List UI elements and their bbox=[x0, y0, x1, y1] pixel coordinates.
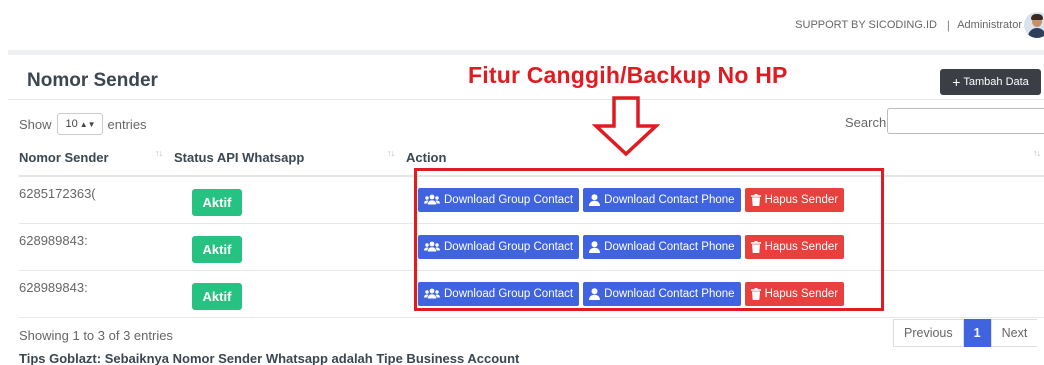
search-input[interactable] bbox=[887, 108, 1044, 134]
avatar[interactable] bbox=[1024, 12, 1044, 38]
table-info: Showing 1 to 3 of 3 entries bbox=[19, 328, 173, 343]
entries-select[interactable]: 10 ▲▼ bbox=[56, 113, 103, 135]
annotation-label: Fitur Canggih/Backup No HP bbox=[468, 62, 788, 88]
page-title: Nomor Sender bbox=[27, 70, 158, 91]
status-cell: Aktif bbox=[174, 176, 406, 224]
navbar-separator: | bbox=[946, 18, 950, 32]
pagination: Previous 1 Next bbox=[893, 319, 1038, 347]
entries-label: entries bbox=[107, 116, 147, 132]
plus-icon: + bbox=[952, 74, 961, 90]
support-link[interactable]: SUPPORT BY SICODING.ID bbox=[795, 19, 937, 31]
status-cell: Aktif bbox=[174, 223, 406, 271]
sort-icon: ↑↓ bbox=[1033, 148, 1041, 158]
column-header-nomor-sender[interactable]: Nomor Sender ↑↓ bbox=[19, 140, 174, 177]
status-badge: Aktif bbox=[192, 283, 242, 310]
sender-number: 6285172363( bbox=[19, 176, 174, 224]
add-data-button[interactable]: + Tambah Data bbox=[940, 69, 1041, 95]
page-1-button[interactable]: 1 bbox=[963, 319, 991, 347]
tips-text: Tips Goblazt: Sebaiknya Nomor Sender Wha… bbox=[19, 351, 520, 365]
sort-icon: ↑↓ bbox=[387, 148, 395, 158]
status-badge: Aktif bbox=[192, 189, 242, 217]
previous-page-button[interactable]: Previous bbox=[893, 319, 964, 347]
column-header-status[interactable]: Status API Whatsapp ↑↓ bbox=[174, 140, 406, 177]
next-page-button[interactable]: Next bbox=[990, 319, 1038, 347]
entries-length-control: Show 10 ▲▼ entries bbox=[19, 113, 147, 135]
entries-value: 10 bbox=[65, 118, 78, 130]
status-cell: Aktif bbox=[174, 270, 406, 318]
search-label: Search: bbox=[845, 115, 890, 130]
add-data-label: Tambah Data bbox=[963, 76, 1029, 88]
sender-number: 628989843: bbox=[19, 223, 174, 271]
status-badge: Aktif bbox=[192, 236, 242, 263]
sender-number: 628989843: bbox=[19, 270, 174, 318]
annotation-highlight-box bbox=[414, 168, 884, 311]
sort-icon: ↑↓ bbox=[155, 148, 163, 158]
annotation-arrow-icon bbox=[592, 96, 660, 157]
select-arrows-icon: ▲▼ bbox=[79, 119, 96, 129]
show-label: Show bbox=[19, 116, 52, 132]
top-navbar: SUPPORT BY SICODING.ID | Administrator bbox=[0, 0, 1044, 50]
user-name[interactable]: Administrator bbox=[957, 19, 1022, 31]
